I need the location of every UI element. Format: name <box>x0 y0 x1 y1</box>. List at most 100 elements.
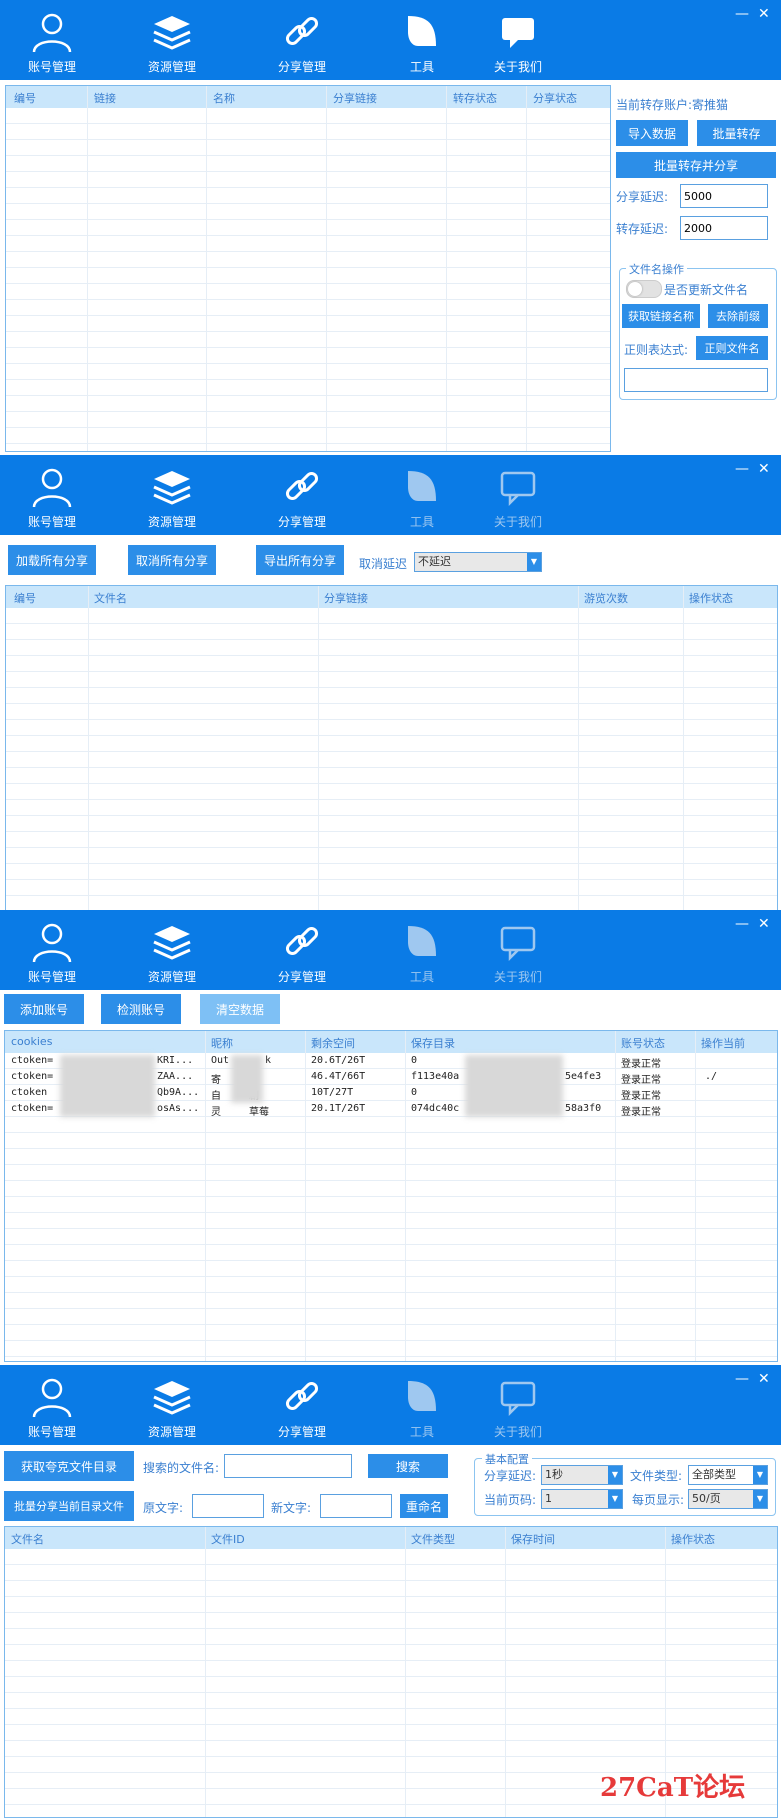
minimize-button[interactable]: — <box>735 916 749 932</box>
regex-filename-button[interactable]: 正则文件名 <box>696 336 768 360</box>
nav-about-label: 关于我们 <box>493 1425 542 1439</box>
nav-share[interactable]: 分享管理 <box>252 465 352 531</box>
nav-resource-label: 资源管理 <box>147 1425 196 1439</box>
nav-resource[interactable]: 资源管理 <box>122 465 222 531</box>
link-icon <box>285 16 319 46</box>
add-account-button[interactable]: 添加账号 <box>4 994 84 1024</box>
col-share-link: 分享链接 <box>324 592 368 605</box>
rename-button[interactable]: 重命名 <box>400 1494 448 1518</box>
page-label: 当前页码: <box>484 1493 537 1507</box>
search-input[interactable] <box>224 1454 352 1478</box>
nav-account[interactable]: 账号管理 <box>2 10 102 76</box>
export-all-shares-button[interactable]: 导出所有分享 <box>256 545 344 575</box>
transfer-delay-input[interactable] <box>680 216 768 240</box>
minimize-button[interactable]: — <box>735 6 749 22</box>
chat-icon <box>500 1381 536 1417</box>
minimize-button[interactable]: — <box>735 461 749 477</box>
nav-resource-label: 资源管理 <box>147 970 196 984</box>
nav-share[interactable]: 分享管理 <box>252 920 352 986</box>
get-quark-dir-button[interactable]: 获取夸克文件目录 <box>4 1451 134 1481</box>
table-header: 编号 链接 名称 分享链接 转存状态 分享状态 <box>6 86 610 108</box>
remove-prefix-button[interactable]: 去除前缀 <box>708 304 768 328</box>
update-filename-label: 是否更新文件名 <box>664 283 749 297</box>
nav-tools[interactable]: 工具 <box>372 920 472 986</box>
file-type-select[interactable]: 全部类型 ▼ <box>688 1465 768 1485</box>
nav-account-label: 账号管理 <box>27 515 76 529</box>
search-button[interactable]: 搜索 <box>368 1454 448 1478</box>
nav-about[interactable]: 关于我们 <box>468 1375 568 1441</box>
panel-share-management: 账号管理 资源管理 分享管理 工具 关于我们 — ✕ 加载所有分享 取消所有分享… <box>0 455 781 910</box>
share-delay-select[interactable]: 1秒 ▼ <box>541 1465 623 1485</box>
table-body[interactable] <box>6 608 777 910</box>
redacted-nickname <box>231 1055 263 1103</box>
nav-resource[interactable]: 资源管理 <box>122 1375 222 1441</box>
load-all-shares-button[interactable]: 加载所有分享 <box>8 545 96 575</box>
file-type-label: 文件类型: <box>630 1469 683 1483</box>
col-views: 游览次数 <box>584 592 628 605</box>
nav-share[interactable]: 分享管理 <box>252 1375 352 1441</box>
col-dir: 保存目录 <box>411 1037 455 1050</box>
leaf-icon <box>408 471 436 501</box>
nav-resource[interactable]: 资源管理 <box>122 10 222 76</box>
layers-icon <box>153 926 191 960</box>
nav-about[interactable]: 关于我们 <box>468 920 568 986</box>
col-share-status: 分享状态 <box>533 92 577 105</box>
nav-share-label: 分享管理 <box>277 515 326 529</box>
nav-account-label: 账号管理 <box>27 60 76 74</box>
account-table: cookies 昵称 剩余空间 保存目录 账号状态 操作当前 ctoken= K… <box>4 1030 778 1362</box>
nav-share[interactable]: 分享管理 <box>252 10 352 76</box>
chevron-down-icon: ▼ <box>608 1490 622 1508</box>
basic-config-title: 基本配置 <box>482 1451 532 1467</box>
redacted-cookies <box>60 1055 155 1117</box>
close-button[interactable]: ✕ <box>758 916 770 932</box>
col-account-status: 账号状态 <box>621 1037 665 1050</box>
link-icon <box>285 1381 319 1411</box>
search-filename-label: 搜索的文件名: <box>143 1461 220 1475</box>
batch-share-dir-button[interactable]: 批量分享当前目录文件 <box>4 1491 134 1521</box>
get-link-name-button[interactable]: 获取链接名称 <box>622 304 700 328</box>
cancel-all-shares-button[interactable]: 取消所有分享 <box>128 545 216 575</box>
user-icon <box>32 13 72 53</box>
nav-tools[interactable]: 工具 <box>372 10 472 76</box>
nav-tools[interactable]: 工具 <box>372 465 472 531</box>
page-select[interactable]: 1 ▼ <box>541 1489 623 1509</box>
chat-icon <box>502 18 534 48</box>
clear-data-button[interactable]: 清空数据 <box>200 994 280 1024</box>
close-button[interactable]: ✕ <box>758 461 770 477</box>
nav-account[interactable]: 账号管理 <box>2 1375 102 1441</box>
col-op-current: 操作当前 <box>701 1037 745 1050</box>
col-filename: 文件名 <box>11 1533 44 1546</box>
close-button[interactable]: ✕ <box>758 1371 770 1387</box>
minimize-button[interactable]: — <box>735 1371 749 1387</box>
share-delay-input[interactable] <box>680 184 768 208</box>
per-page-select[interactable]: 50/页 ▼ <box>688 1489 768 1509</box>
chevron-down-icon: ▼ <box>753 1466 767 1484</box>
import-button[interactable]: 导入数据 <box>616 120 688 146</box>
batch-transfer-button[interactable]: 批量转存 <box>697 120 776 146</box>
link-icon <box>285 471 319 501</box>
old-text-input[interactable] <box>192 1494 264 1518</box>
col-op-status: 操作状态 <box>689 592 733 605</box>
nav-about[interactable]: 关于我们 <box>468 10 568 76</box>
regex-input[interactable] <box>624 368 768 392</box>
share-delay-label: 分享延迟: <box>616 190 669 204</box>
nav-tools[interactable]: 工具 <box>372 1375 472 1441</box>
nav-account[interactable]: 账号管理 <box>2 465 102 531</box>
nav-about[interactable]: 关于我们 <box>468 465 568 531</box>
check-account-button[interactable]: 检测账号 <box>101 994 181 1024</box>
per-page-label: 每页显示: <box>632 1493 685 1507</box>
nav-account[interactable]: 账号管理 <box>2 920 102 986</box>
col-nickname: 昵称 <box>211 1037 233 1050</box>
col-filename: 文件名 <box>94 592 127 605</box>
new-text-input[interactable] <box>320 1494 392 1518</box>
nav-resource-label: 资源管理 <box>147 515 196 529</box>
top-nav: 账号管理 资源管理 分享管理 工具 关于我们 — ✕ <box>0 0 781 80</box>
batch-transfer-share-button[interactable]: 批量转存并分享 <box>616 152 776 178</box>
nav-resource[interactable]: 资源管理 <box>122 920 222 986</box>
layers-icon <box>153 471 191 505</box>
col-save-time: 保存时间 <box>511 1533 555 1546</box>
update-filename-toggle[interactable] <box>626 280 662 298</box>
table-body[interactable] <box>6 108 610 451</box>
close-button[interactable]: ✕ <box>758 6 770 22</box>
cancel-delay-select[interactable]: 不延迟 ▼ <box>414 552 542 572</box>
